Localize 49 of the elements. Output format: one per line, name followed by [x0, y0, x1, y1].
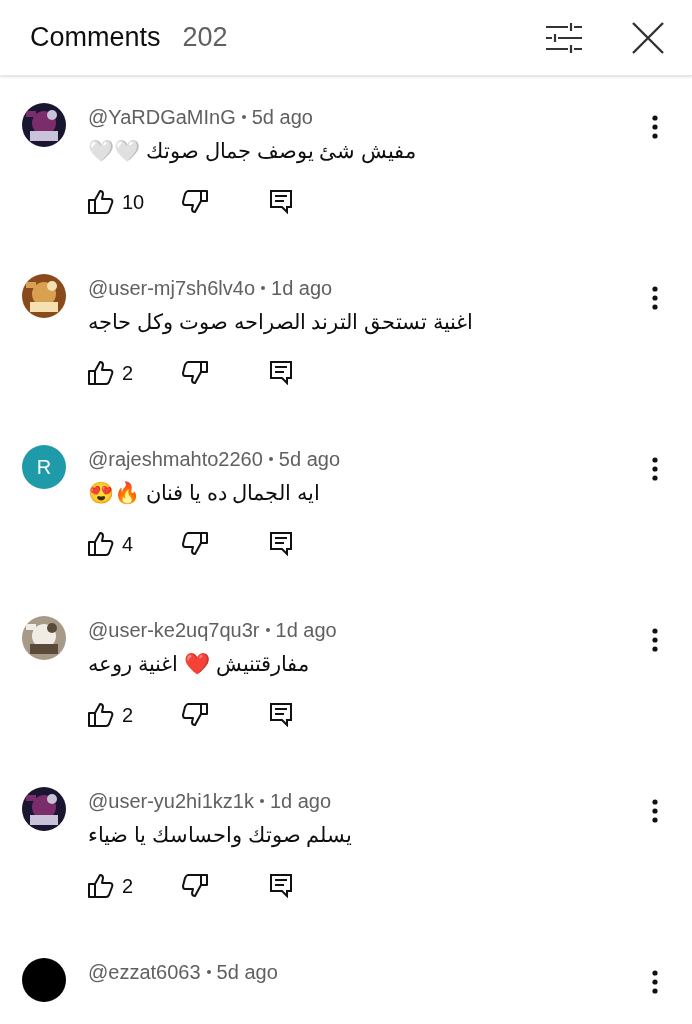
comment-time: 5d ago: [278, 447, 341, 472]
comment-count: 202: [182, 21, 228, 55]
like-count: 4: [122, 532, 135, 557]
like-count: 2: [122, 703, 135, 728]
comment-text: مفارقتنيش ❤ اغنية روعه: [88, 651, 309, 679]
thumbs-down-icon[interactable]: [182, 874, 208, 898]
thumbs-down-icon[interactable]: [182, 361, 208, 385]
filter-icon[interactable]: [546, 22, 582, 53]
author-name[interactable]: @user-yu2hi1kz1k: [88, 786, 254, 816]
panel-title: Comments: [30, 21, 161, 55]
avatar[interactable]: R: [22, 445, 66, 489]
close-icon[interactable]: [632, 21, 664, 54]
reply-icon[interactable]: [270, 874, 292, 898]
comment-time: 5d ago: [216, 960, 278, 985]
comment-time: 5d ago: [251, 105, 313, 130]
more-options-icon[interactable]: [652, 457, 658, 481]
author-name[interactable]: @YaRDGaMInG: [88, 102, 236, 132]
thumbs-up-icon[interactable]: [88, 874, 114, 898]
thumbs-up-icon[interactable]: [88, 703, 114, 727]
author-name[interactable]: @user-mj7sh6lv4o: [88, 273, 256, 303]
author-name[interactable]: @rajeshmahto2260: [88, 444, 263, 474]
comment-time: 1d ago: [275, 618, 337, 643]
author-name[interactable]: @user-ke2uq7qu3r: [88, 615, 260, 645]
reply-icon[interactable]: [270, 532, 292, 556]
avatar[interactable]: [22, 958, 66, 1002]
like-count: 2: [122, 874, 135, 899]
thumbs-down-icon[interactable]: [182, 190, 208, 214]
like-count: 10: [122, 190, 146, 215]
more-options-icon[interactable]: [652, 799, 658, 823]
more-options-icon[interactable]: [652, 286, 658, 310]
comment-text: يسلم صوتك واحساسك يا ضياء: [88, 822, 353, 850]
more-options-icon[interactable]: [652, 628, 658, 652]
thumbs-down-icon[interactable]: [182, 532, 208, 556]
comment-text: ايه الجمال ده يا فنان 🔥😍: [88, 480, 321, 506]
comment-text: مفيش شئ يوصف جمال صوتك 🤍🤍: [88, 138, 417, 166]
thumbs-down-icon[interactable]: [182, 703, 208, 727]
author-name[interactable]: @ezzat6063: [88, 957, 201, 987]
comment-text: اغنية تستحق الترند الصراحه صوت وكل حاجه: [88, 309, 473, 337]
reply-icon[interactable]: [270, 361, 292, 385]
like-count: 2: [122, 361, 135, 386]
thumbs-up-icon[interactable]: [88, 190, 114, 214]
thumbs-up-icon[interactable]: [88, 532, 114, 556]
more-options-icon[interactable]: [652, 115, 658, 139]
reply-icon[interactable]: [270, 703, 292, 727]
reply-icon[interactable]: [270, 190, 292, 214]
more-options-icon[interactable]: [652, 970, 658, 994]
comment-time: 1d ago: [269, 789, 332, 814]
thumbs-up-icon[interactable]: [88, 361, 114, 385]
comment-time: 1d ago: [271, 276, 333, 301]
